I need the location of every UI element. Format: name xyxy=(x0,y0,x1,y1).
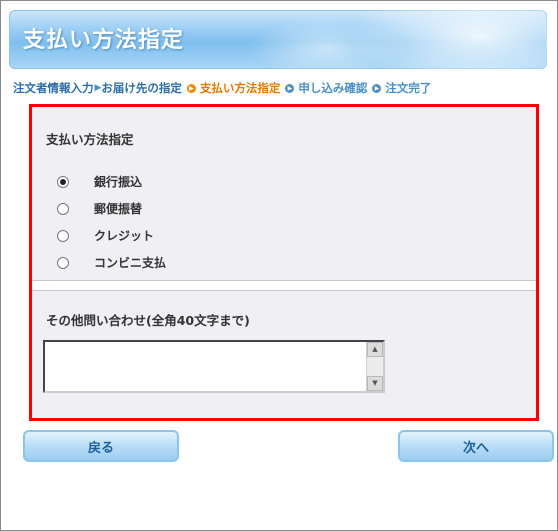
step-order-info: 注文者情報入力 ▶ xyxy=(13,80,101,96)
next-button[interactable]: 次へ xyxy=(398,430,554,462)
step-label: 注文者情報入力 xyxy=(13,81,94,95)
payment-option-label: クレジット xyxy=(94,229,155,243)
circle-arrow-icon: ▶ xyxy=(285,83,295,93)
arrow-up-icon[interactable]: ▲ xyxy=(367,342,383,357)
page-frame: 支払い方法指定 注文者情報入力 ▶ お届け先の指定 ▶ 支払い方法指定 ▶ 申し… xyxy=(0,0,558,531)
page-header: 支払い方法指定 xyxy=(9,10,547,69)
payment-section-title: 支払い方法指定 xyxy=(46,132,134,147)
header-cloud-decoration xyxy=(247,18,407,69)
arrow-down-icon[interactable]: ▼ xyxy=(367,376,383,391)
step-delivery: お届け先の指定 xyxy=(101,80,182,96)
radio-bank-transfer[interactable] xyxy=(57,175,69,188)
section-divider xyxy=(32,280,536,291)
payment-option-postal[interactable]: 郵便振替 xyxy=(57,200,142,217)
radio-credit[interactable] xyxy=(57,229,69,242)
back-button[interactable]: 戻る xyxy=(23,430,179,462)
progress-steps: 注文者情報入力 ▶ お届け先の指定 ▶ 支払い方法指定 ▶ 申し込み確認 ▶ 注… xyxy=(13,80,431,96)
circle-arrow-icon: ▶ xyxy=(186,83,196,93)
step-confirm: ▶ 申し込み確認 xyxy=(280,80,367,96)
step-payment: ▶ 支払い方法指定 xyxy=(182,80,281,96)
radio-postal-transfer[interactable] xyxy=(57,202,69,215)
step-label: お届け先の指定 xyxy=(101,81,182,95)
radio-convenience-store[interactable] xyxy=(57,256,69,269)
inquiry-label: その他問い合わせ(全角40文字まで) xyxy=(46,313,250,328)
circle-arrow-icon: ▶ xyxy=(372,83,382,93)
inquiry-textarea-frame: ▲ ▼ xyxy=(43,340,385,393)
page-title: 支払い方法指定 xyxy=(23,28,185,53)
chevron-right-icon: ▶ xyxy=(94,83,102,93)
payment-option-bank[interactable]: 銀行振込 xyxy=(57,173,142,190)
step-label: 支払い方法指定 xyxy=(199,81,281,95)
payment-option-credit[interactable]: クレジット xyxy=(57,227,154,244)
payment-option-convenience[interactable]: コンビニ支払 xyxy=(57,254,166,271)
step-label: 申し込み確認 xyxy=(298,81,368,95)
step-complete: ▶ 注文完了 xyxy=(367,80,431,96)
payment-option-label: コンビニ支払 xyxy=(94,256,167,270)
payment-option-label: 銀行振込 xyxy=(94,175,143,189)
inquiry-textarea[interactable] xyxy=(45,342,363,391)
textarea-scrollbar[interactable]: ▲ ▼ xyxy=(366,342,383,391)
payment-option-label: 郵便振替 xyxy=(94,202,143,216)
payment-form: 支払い方法指定 銀行振込 郵便振替 クレジット コンビニ支払 その他問い合わせ(… xyxy=(29,104,539,421)
step-label: 注文完了 xyxy=(385,81,432,95)
